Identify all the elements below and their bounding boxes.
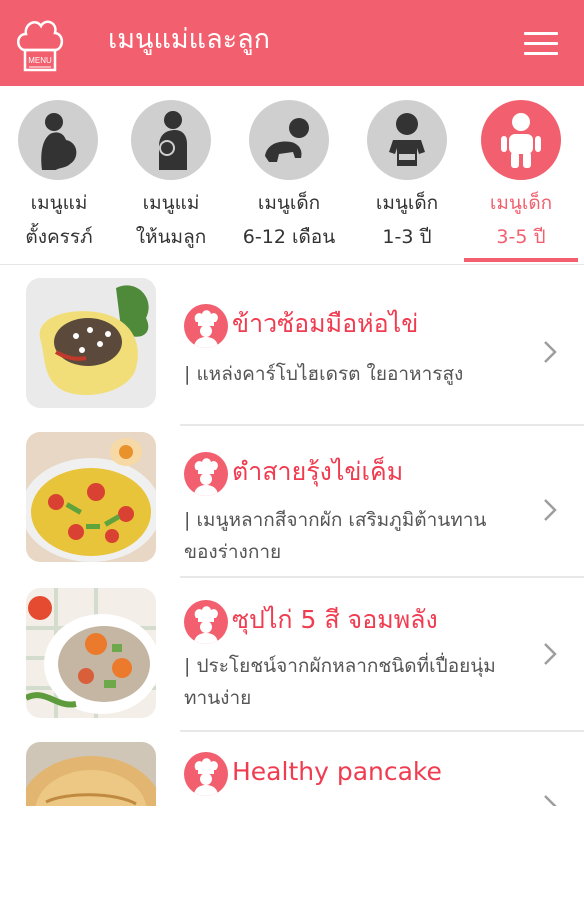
breastfeeding-mother-icon xyxy=(131,100,211,180)
tab-label: เมนูแม่ ให้นมลูก xyxy=(112,186,230,254)
pregnant-mother-icon xyxy=(18,100,98,180)
rice-omelette-photo xyxy=(26,278,156,408)
category-tabs: เมนูแม่ ตั้งครรภ์ เมนูแม่ ให้นมลูก เมนูเ… xyxy=(0,86,584,266)
tab-label-line1: เมนูแม่ xyxy=(142,192,200,214)
recipe-title: Healthy pancake xyxy=(232,757,442,786)
logo-text: MENU xyxy=(28,56,52,65)
toddler-icon xyxy=(367,100,447,180)
chevron-right-icon xyxy=(540,338,560,366)
recipe-item[interactable]: ซุปไก่ 5 สี จอมพลัง | ประโยชน์จากผักหลาก… xyxy=(0,586,584,736)
tab-label-line2: 3-5 ปี xyxy=(496,226,546,248)
tab-breastfeeding-mother[interactable]: เมนูแม่ ให้นมลูก xyxy=(112,86,230,264)
tab-label: เมนูเด็ก 6-12 เดือน xyxy=(230,186,348,254)
recipe-title: ตำสายรุ้งไข่เค็ม xyxy=(232,457,404,486)
tab-toddler-1-3-years[interactable]: เมนูเด็ก 1-3 ปี xyxy=(348,86,466,264)
tab-label: เมนูเด็ก 3-5 ปี xyxy=(462,186,580,254)
hamburger-menu-icon xyxy=(524,32,558,35)
recipe-item[interactable]: ตำสายรุ้งไข่เค็ม | เมนูหลากสีจากผัก เสริ… xyxy=(0,430,584,580)
list-divider xyxy=(180,424,584,426)
app-bar: MENU เมนูแม่และลูก xyxy=(0,0,584,86)
chef-icon xyxy=(184,452,228,496)
active-tab-indicator xyxy=(464,258,578,262)
child-icon xyxy=(481,100,561,180)
tab-label-line1: เมนูเด็ก xyxy=(489,192,553,214)
tab-label-line1: เมนูเด็ก xyxy=(375,192,439,214)
recipe-item[interactable]: ข้าวซ้อมมือห่อไข่ | แหล่งคาร์โบไฮเดรต ใย… xyxy=(0,276,584,426)
list-divider xyxy=(180,576,584,578)
list-divider xyxy=(180,730,584,732)
hamburger-menu-button[interactable] xyxy=(520,26,562,60)
recipe-description: | เมนูหลากสีจากผัก เสริมภูมิต้านทานของร่… xyxy=(184,509,487,563)
app-title: เมนูแม่และลูก xyxy=(108,24,271,55)
recipe-title: ข้าวซ้อมมือห่อไข่ xyxy=(232,309,419,338)
tabs-divider xyxy=(0,264,584,265)
chevron-right-icon xyxy=(540,640,560,668)
chef-icon xyxy=(184,752,228,796)
tab-label: เมนูแม่ ตั้งครรภ์ xyxy=(0,186,118,254)
tab-pregnant-mother[interactable]: เมนูแม่ ตั้งครรภ์ xyxy=(0,86,118,264)
pancake-photo xyxy=(26,742,156,806)
recipe-list: ข้าวซ้อมมือห่อไข่ | แหล่งคาร์โบไฮเดรต ใย… xyxy=(0,266,584,806)
tab-child-3-5-years[interactable]: เมนูเด็ก 3-5 ปี xyxy=(462,86,580,264)
tab-label-line2: 6-12 เดือน xyxy=(242,226,336,248)
hamburger-menu-icon-bar xyxy=(524,42,558,45)
recipe-description: | ประโยชน์จากผักหลากชนิดที่เปื่อยนุ่ม ทา… xyxy=(184,655,496,709)
tab-label-line1: เมนูเด็ก xyxy=(257,192,321,214)
chef-icon xyxy=(184,600,228,644)
hamburger-menu-icon-bar xyxy=(524,52,558,55)
chef-hat-logo-icon: MENU xyxy=(14,6,66,78)
tab-label-line1: เมนูแม่ xyxy=(30,192,88,214)
rainbow-salad-photo xyxy=(26,432,156,562)
tab-label-line2: ให้นมลูก xyxy=(135,226,207,248)
tab-label-line2: ตั้งครรภ์ xyxy=(25,226,93,248)
recipe-description: | แหล่งคาร์โบไฮเดรต ใยอาหารสูง xyxy=(184,363,464,385)
recipe-item[interactable]: Healthy pancake xyxy=(0,740,584,806)
chevron-right-icon xyxy=(540,496,560,524)
tab-baby-6-12-months[interactable]: เมนูเด็ก 6-12 เดือน xyxy=(230,86,348,264)
chevron-right-icon xyxy=(540,792,560,806)
chef-icon xyxy=(184,304,228,348)
crawling-baby-icon xyxy=(249,100,329,180)
tab-label-line2: 1-3 ปี xyxy=(382,226,432,248)
recipe-title: ซุปไก่ 5 สี จอมพลัง xyxy=(232,605,438,634)
chicken-soup-photo xyxy=(26,588,156,718)
tab-label: เมนูเด็ก 1-3 ปี xyxy=(348,186,466,254)
